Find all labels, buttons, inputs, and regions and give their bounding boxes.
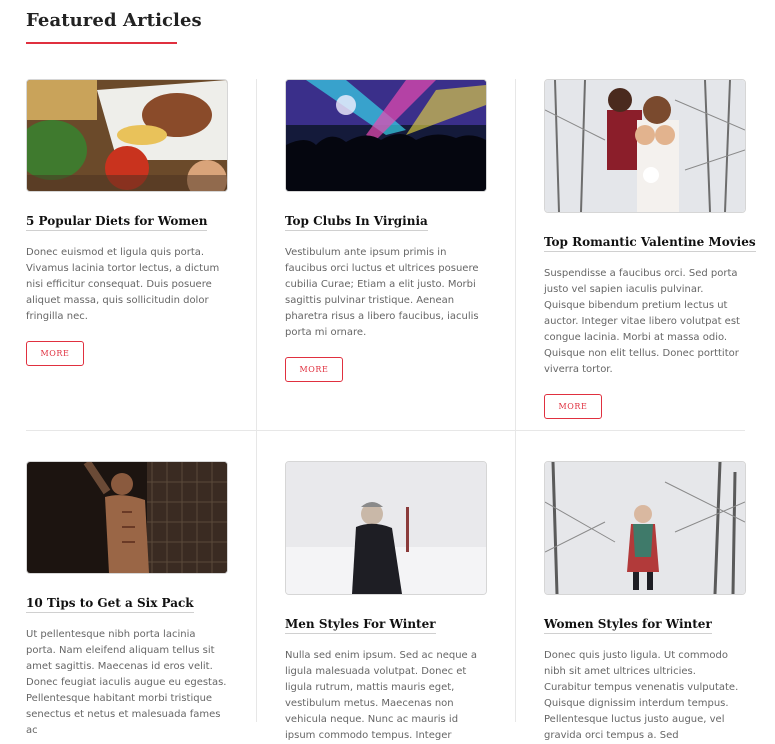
title-underline	[26, 42, 177, 44]
man-winter-photo[interactable]	[285, 461, 487, 595]
more-button[interactable]: MORE	[26, 341, 84, 366]
article-card: 10 Tips to Get a Six Pack Ut pellentesqu…	[26, 461, 228, 739]
article-card: Top Clubs In Virginia Vestibulum ante ip…	[285, 79, 487, 382]
article-title[interactable]: 5 Popular Diets for Women	[26, 214, 208, 231]
woman-winter-photo[interactable]	[544, 461, 746, 595]
more-button[interactable]: MORE	[285, 357, 343, 382]
food-photo[interactable]	[26, 79, 228, 192]
couple-snow-photo[interactable]	[544, 79, 746, 213]
featured-articles-section: Featured Articles 5 Popular Diets for Wo…	[0, 0, 775, 741]
fitness-man-photo[interactable]	[26, 461, 228, 574]
article-excerpt: Nulla sed enim ipsum. Sed ac neque a lig…	[285, 650, 477, 741]
article-title[interactable]: Women Styles for Winter	[544, 617, 712, 634]
article-card: Women Styles for Winter Donec quis justo…	[544, 461, 746, 744]
section-title: Featured Articles	[26, 10, 202, 31]
article-excerpt: Suspendisse a faucibus orci. Sed porta j…	[544, 268, 740, 375]
article-excerpt: Donec quis justo ligula. Ut commodo nibh…	[544, 650, 739, 741]
more-button[interactable]: MORE	[544, 394, 602, 419]
article-excerpt: Ut pellentesque nibh porta lacinia porta…	[26, 629, 227, 736]
article-title[interactable]: Top Romantic Valentine Movies	[544, 235, 756, 252]
article-title[interactable]: Men Styles For Winter	[285, 617, 436, 634]
article-card: Top Romantic Valentine Movies Suspendiss…	[544, 79, 756, 419]
grid-divider-vertical	[515, 79, 516, 722]
nightclub-photo[interactable]	[285, 79, 487, 192]
grid-divider-horizontal	[26, 430, 745, 431]
article-excerpt: Vestibulum ante ipsum primis in faucibus…	[285, 247, 479, 338]
article-card: Men Styles For Winter Nulla sed enim ips…	[285, 461, 487, 744]
article-card: 5 Popular Diets for Women Donec euismod …	[26, 79, 228, 366]
grid-divider-vertical	[256, 79, 257, 722]
article-title[interactable]: 10 Tips to Get a Six Pack	[26, 596, 194, 613]
article-title[interactable]: Top Clubs In Virginia	[285, 214, 428, 231]
article-excerpt: Donec euismod et ligula quis porta. Viva…	[26, 247, 220, 322]
